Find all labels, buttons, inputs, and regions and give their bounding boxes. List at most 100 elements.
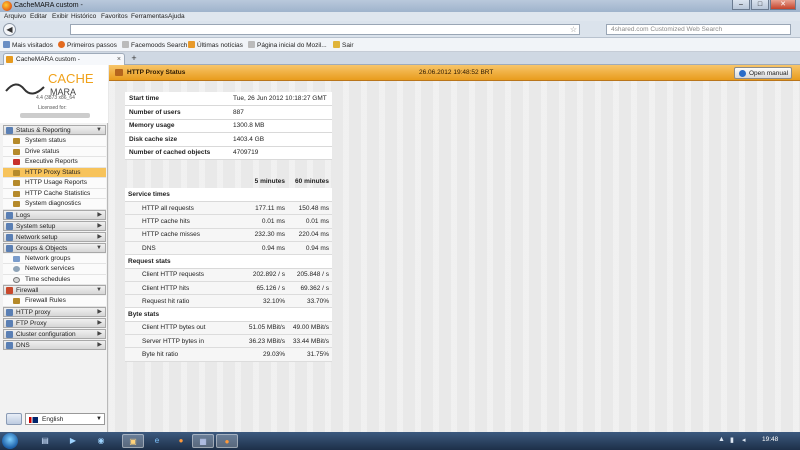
bookmark-star-icon[interactable]: ☆ — [570, 25, 577, 34]
table-row: Request hit ratio 32.10% 33.70% — [125, 294, 332, 309]
navigation-toolbar: ◀ ☆ 4shared.com Customized Web Search — [0, 21, 800, 38]
skype-icon[interactable]: ◉ — [90, 434, 112, 448]
sun-icon — [333, 41, 340, 48]
menu-arquivo[interactable]: Arquivo — [4, 13, 26, 20]
sidebar-item-system-diagnostics[interactable]: System diagnostics — [3, 199, 106, 210]
media-player-icon[interactable]: ▶ — [62, 434, 84, 448]
sidebar-section-dns[interactable]: DNS ▶ — [3, 339, 106, 350]
sidebar-section-logs[interactable]: Logs ▶ — [3, 209, 106, 220]
cachemara-tab-icon — [6, 56, 13, 63]
network-tray-icon[interactable]: ▮ — [730, 436, 734, 444]
sidebar-item-time-schedules[interactable]: Time schedules — [3, 274, 106, 285]
menu-bar: Arquivo Editar Exibir Histórico Favorito… — [0, 12, 800, 21]
sidebar-item-executive-reports[interactable]: Executive Reports — [3, 157, 106, 168]
taskbar-clock[interactable]: 19:48 — [762, 436, 778, 443]
folder-icon — [13, 169, 20, 176]
sidebar-item-firewall-rules[interactable]: Firewall Rules — [3, 296, 106, 307]
table-row: HTTP cache misses 232.30 ms 220.04 ms — [125, 228, 332, 242]
chevron-right-icon: ▶ — [97, 341, 102, 348]
sidebar-section-system-setup[interactable]: System setup ▶ — [3, 220, 106, 231]
minimize-button[interactable]: – — [732, 0, 750, 10]
folder-icon — [115, 69, 123, 76]
bookmark-mais-visitados[interactable]: Mais visitados — [3, 41, 53, 49]
sidebar-section-network-setup[interactable]: Network setup ▶ — [3, 231, 106, 242]
chevron-down-icon: ▼ — [96, 244, 102, 251]
sidebar-item-network-services[interactable]: Network services — [3, 264, 106, 275]
rss-icon — [188, 41, 195, 48]
internet-explorer-icon[interactable]: e — [146, 434, 168, 448]
server-datetime: 26.06.2012 19:48:52 BRT — [419, 69, 494, 76]
close-tab-icon[interactable]: × — [117, 54, 121, 65]
back-arrow-icon[interactable]: ◀ — [3, 23, 16, 36]
tab-cachemara[interactable]: CacheMARA custom - × — [3, 53, 125, 65]
sidebar-section-http-proxy[interactable]: HTTP proxy ▶ — [3, 306, 106, 317]
tab-strip: CacheMARA custom - × + — [0, 52, 800, 65]
uk-flag-icon — [29, 417, 38, 423]
sidebar-section-groups-objects[interactable]: Groups & Objects ▼ — [3, 242, 106, 253]
bookmark-ultimas-noticias[interactable]: Últimas notícias — [188, 41, 243, 49]
report-icon — [13, 159, 20, 165]
page-icon — [122, 41, 129, 48]
menu-exibir[interactable]: Exibir — [52, 13, 68, 20]
table-row: DNS 0.94 ms 0.94 ms — [125, 241, 332, 256]
start-button[interactable] — [2, 433, 18, 449]
bookmark-facemoods[interactable]: Facemoods Search — [122, 41, 187, 49]
chevron-down-icon: ▼ — [96, 416, 102, 422]
explorer-folder-icon[interactable]: ▣ — [122, 434, 144, 448]
logo-word-cache: CACHE — [48, 71, 94, 86]
taskbar: ▤ ▶ ◉ ▣ e ● ▦ ● ▲ ▮ ◂ 19:48 — [0, 432, 800, 450]
sidebar-item-http-proxy-status[interactable]: HTTP Proxy Status — [3, 167, 106, 178]
window-app-icon[interactable]: ▦ — [192, 434, 214, 448]
sidebar-item-system-status[interactable]: System status — [3, 136, 106, 147]
url-bar[interactable]: ☆ — [70, 24, 580, 35]
menu-historico[interactable]: Histórico — [71, 13, 96, 20]
menu-ferramentas[interactable]: Ferramentas — [131, 13, 168, 20]
table-row: Byte hit ratio 29.03% 31.75% — [125, 347, 332, 362]
table-row: Client HTTP hits 65.126 / s 69.362 / s — [125, 281, 332, 296]
menu-favoritos[interactable]: Favoritos — [101, 13, 128, 20]
language-select[interactable]: English ▼ — [25, 413, 105, 425]
sidebar-section-firewall[interactable]: Firewall ▼ — [3, 285, 106, 295]
sidebar-item-http-cache-statistics[interactable]: HTTP Cache Statistics — [3, 188, 106, 199]
sidebar-item-network-groups[interactable]: Network groups — [3, 253, 106, 264]
menu-ajuda[interactable]: Ajuda — [168, 13, 185, 20]
open-manual-button[interactable]: Open manual — [734, 67, 792, 79]
sidebar-section-status-reporting[interactable]: Status & Reporting ▼ — [3, 125, 106, 135]
stats-column-header: 5 minutes 60 minutes — [254, 178, 329, 186]
proxy-stats-table: 5 minutes 60 minutes Service times HTTP a… — [125, 175, 332, 362]
folder-icon — [13, 180, 20, 186]
bookmark-pagina-inicial[interactable]: Página inicial do Mozil... — [248, 41, 327, 49]
volume-tray-icon[interactable]: ◂ — [742, 436, 746, 444]
firefox-taskbar-icon[interactable]: ● — [170, 434, 192, 448]
maximize-button[interactable]: □ — [751, 0, 769, 10]
close-button[interactable]: ✕ — [770, 0, 796, 10]
table-row: Server HTTP bytes in 36.23 MBit/s 33.44 MB… — [125, 334, 332, 349]
language-flag-button[interactable] — [6, 413, 22, 425]
network-groups-icon — [13, 255, 20, 262]
search-input[interactable]: 4shared.com Customized Web Search — [606, 24, 791, 35]
window-controls: – □ ✕ — [731, 0, 796, 10]
licensed-label: Licensed for: — [38, 105, 67, 111]
page-header: HTTP Proxy Status 26.06.2012 19:48:52 BR… — [109, 65, 800, 81]
help-icon — [739, 70, 746, 77]
bookmark-primeiros-passos[interactable]: Primeiros passos — [58, 41, 117, 49]
sidebar-item-http-usage-reports[interactable]: HTTP Usage Reports — [3, 178, 106, 189]
bookmark-sair[interactable]: Sair — [333, 41, 354, 49]
dns-icon — [6, 341, 13, 349]
sidebar-item-drive-status[interactable]: Drive status — [3, 146, 106, 157]
firefox-active-icon[interactable]: ● — [216, 434, 238, 448]
folder-icon — [13, 201, 20, 207]
sidebar-section-ftp-proxy[interactable]: FTP Proxy ▶ — [3, 317, 106, 328]
tray-expand-icon[interactable]: ▲ — [718, 436, 725, 443]
chevron-right-icon: ▶ — [97, 330, 102, 337]
libraries-icon[interactable]: ▤ — [34, 434, 56, 448]
new-tab-button[interactable]: + — [128, 54, 140, 64]
menu-editar[interactable]: Editar — [30, 13, 47, 20]
folder-icon — [13, 148, 20, 155]
chart-icon — [6, 127, 13, 134]
sidebar: CACHE MARA 4.4 (3873 x86_64 Licensed for… — [0, 65, 108, 432]
window-title: CacheMARA custom - — [14, 2, 83, 9]
page-title: HTTP Proxy Status — [127, 69, 186, 76]
bookmarks-toolbar: Mais visitados Primeiros passos Facemood… — [0, 38, 800, 52]
sidebar-section-cluster-configuration[interactable]: Cluster configuration ▶ — [3, 328, 106, 339]
